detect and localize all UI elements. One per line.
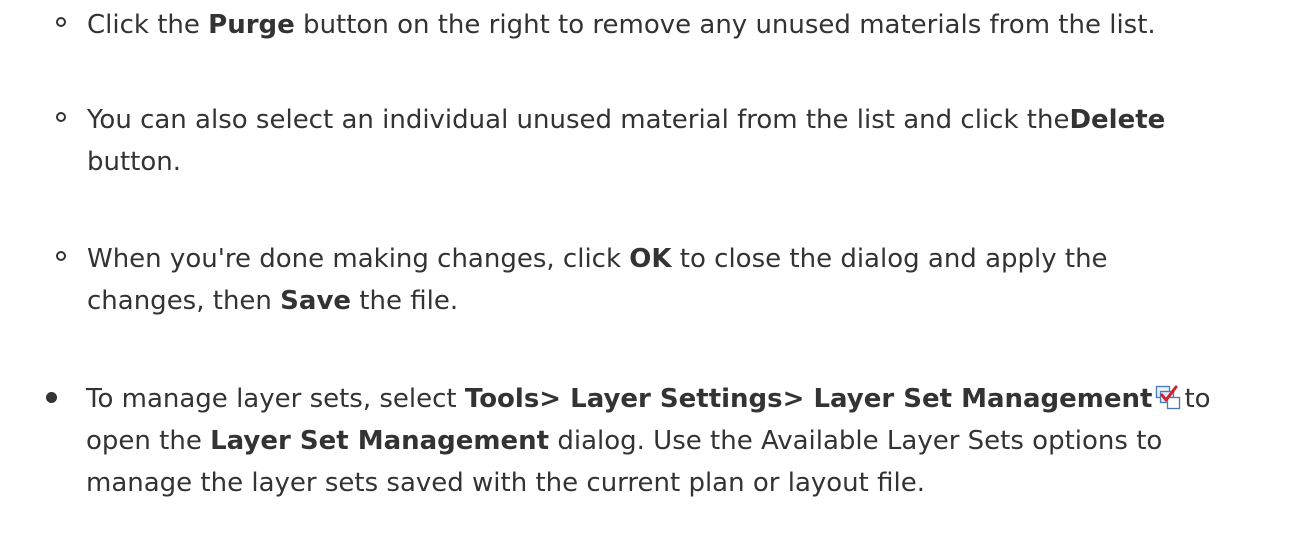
text-line: You can also select an individual unused… <box>87 99 1297 141</box>
text-run: manage the layer sets saved with the cur… <box>86 468 925 498</box>
list-item-text: When you're done making changes, click O… <box>87 238 1297 322</box>
text-run: changes, then <box>87 286 281 316</box>
list-item-text: You can also select an individual unused… <box>87 99 1297 183</box>
hollow-bullet-icon <box>56 17 66 27</box>
dialog-name-layer-set-management: Layer Set Management <box>210 426 550 456</box>
ui-term-save: Save <box>280 286 352 316</box>
ui-term-ok: OK <box>629 244 672 274</box>
text-line: manage the layer sets saved with the cur… <box>86 462 1301 504</box>
text-run: button. <box>87 147 182 177</box>
text-run: the file. <box>351 286 459 316</box>
layer-set-management-icon <box>1155 381 1181 410</box>
text-line: To manage layer sets, select Tools> Laye… <box>86 378 1301 420</box>
text-run: Click the <box>87 10 209 40</box>
hollow-bullet-icon <box>56 112 66 122</box>
text-run: When you're done making changes, click <box>87 244 630 274</box>
text-line: changes, then Save the file. <box>87 280 1297 322</box>
text-line: button. <box>87 141 1297 183</box>
text-line: Click the Purge button on the right to r… <box>87 4 1297 46</box>
text-run: button on the right to remove any unused… <box>294 10 1156 40</box>
text-run: You can also select an individual unused… <box>87 105 1070 135</box>
ui-term-delete: Delete <box>1069 105 1166 135</box>
ui-term-purge: Purge <box>208 10 295 40</box>
text-run: dialog. Use the Available Layer Sets opt… <box>549 426 1163 456</box>
text-run: To manage layer sets, select <box>86 384 465 414</box>
text-run: to close the dialog and apply the <box>671 244 1108 274</box>
text-run: to <box>1184 384 1211 414</box>
menu-path-tools-layer-set-management: Tools> Layer Settings> Layer Set Managem… <box>464 384 1153 414</box>
text-line: When you're done making changes, click O… <box>87 238 1297 280</box>
list-item-text: To manage layer sets, select Tools> Laye… <box>86 378 1301 504</box>
list-item-text: Click the Purge button on the right to r… <box>87 4 1297 46</box>
text-run: open the <box>86 426 211 456</box>
hollow-bullet-icon <box>56 251 66 261</box>
text-line: open the Layer Set Management dialog. Us… <box>86 420 1301 462</box>
filled-bullet-icon <box>46 392 57 403</box>
